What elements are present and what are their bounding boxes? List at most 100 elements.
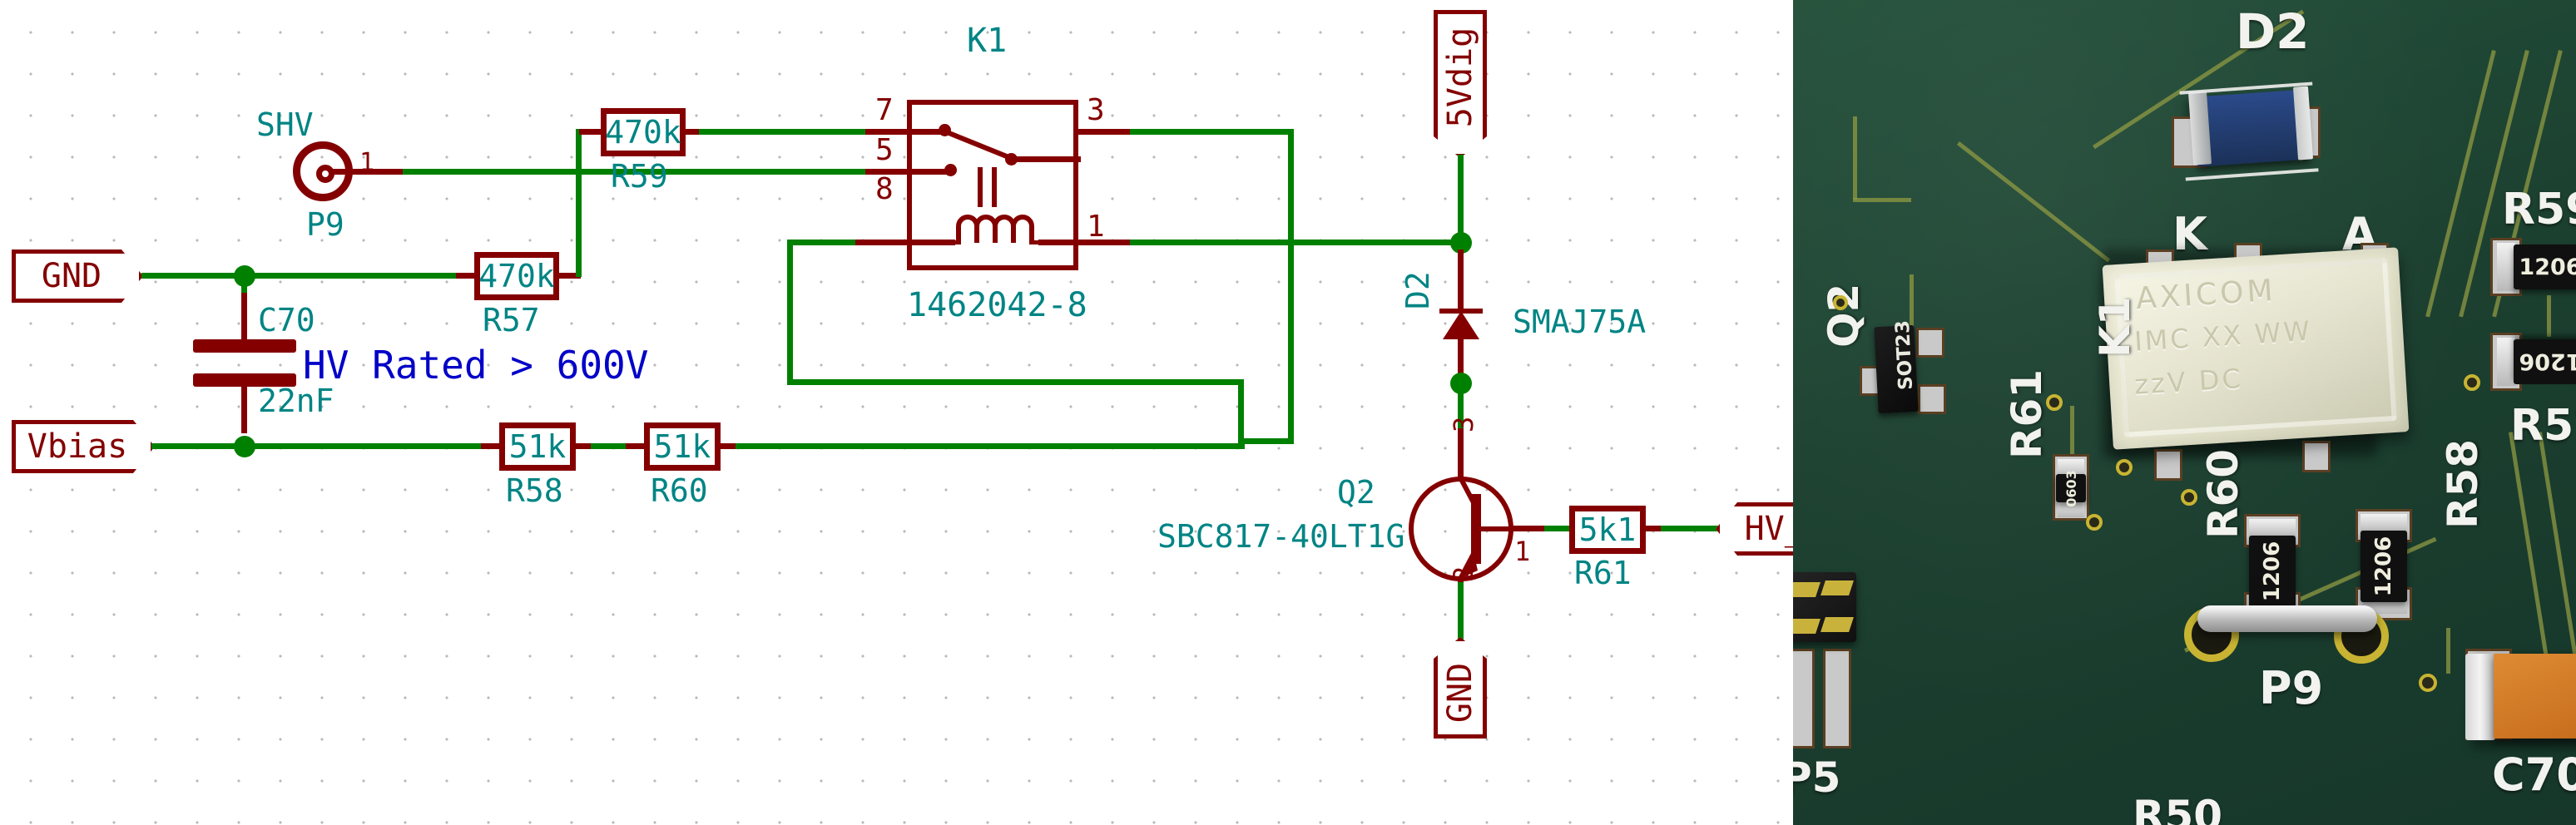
k1-ref: K1 bbox=[967, 22, 1008, 60]
q2-pad-2 bbox=[1916, 328, 1944, 358]
p9-ref: P9 bbox=[306, 206, 344, 243]
via-8 bbox=[1833, 295, 1848, 310]
wire-gnd-to-r57 bbox=[141, 273, 474, 279]
pin-c70-bottom bbox=[241, 383, 247, 433]
wire-k1-pin3-down bbox=[1288, 129, 1294, 443]
global-label-5vdig-text: 5Vdig bbox=[1441, 27, 1480, 128]
hv-rating-note: HV Rated > 600V bbox=[303, 343, 649, 388]
r57-lead-left-metal bbox=[2497, 338, 2515, 386]
k1-pin-number-5: 5 bbox=[875, 133, 894, 167]
wire-k1-pin8-down bbox=[787, 240, 793, 385]
silk-r57: R57 bbox=[2510, 401, 2576, 451]
wire-5vdig-down bbox=[1458, 155, 1464, 243]
via-2 bbox=[2086, 514, 2103, 531]
wire-vbias-rail bbox=[151, 443, 493, 449]
trace-r59-r57 bbox=[2547, 295, 2551, 337]
silk-r60: R60 bbox=[2199, 448, 2247, 539]
k1-pin-number-3: 3 bbox=[1087, 93, 1105, 127]
pin-c70-top bbox=[241, 293, 247, 343]
r60-package[interactable]: 1206 bbox=[2249, 536, 2296, 607]
resistor-r57[interactable]: 470k bbox=[474, 252, 559, 300]
d2-ref: D2 bbox=[1399, 271, 1436, 309]
via-4 bbox=[2046, 394, 2063, 411]
k1-pin1-lead bbox=[1075, 240, 1133, 245]
global-label-gnd-bottom[interactable]: GND bbox=[1434, 637, 1487, 739]
r58-ref: R58 bbox=[506, 472, 563, 509]
q2-base-lead bbox=[1509, 526, 1549, 531]
c70-ref: C70 bbox=[258, 302, 315, 338]
r59-ref: R59 bbox=[611, 158, 668, 195]
r57-ref: R57 bbox=[483, 302, 540, 338]
p9-value-shv: SHV bbox=[256, 106, 314, 143]
resistor-r60[interactable]: 51k bbox=[644, 422, 721, 471]
p5-pad-2 bbox=[1823, 649, 1851, 748]
global-label-hv-control-text: HV_control bbox=[1744, 510, 1793, 548]
r57-value: 470k bbox=[478, 258, 555, 294]
r61-ref: R61 bbox=[1574, 555, 1632, 591]
k1-coil-pin8-rail bbox=[907, 240, 955, 245]
d2-value: SMAJ75A bbox=[1513, 304, 1647, 340]
q2-package-marking: SOT23 bbox=[1891, 319, 1918, 391]
via-5 bbox=[2419, 674, 2437, 692]
c70-plate-top bbox=[193, 339, 296, 353]
k1-pad-bl bbox=[2154, 449, 2182, 481]
k1-pad-bm bbox=[2302, 441, 2331, 472]
d2-courtyard-outline bbox=[2179, 82, 2319, 181]
r57-package-marking: 1206 bbox=[2519, 348, 2576, 375]
c70-value: 22nF bbox=[258, 383, 334, 419]
r59-value: 470k bbox=[605, 114, 681, 151]
r59-package[interactable]: 1206 bbox=[2514, 245, 2576, 289]
via-3 bbox=[2181, 489, 2197, 506]
pcb-3d-view-panel[interactable]: D2 K A AXICOM IMC XX WW zzV DC K1 1206 R… bbox=[1793, 0, 2576, 825]
r59-package-marking: 1206 bbox=[2519, 254, 2576, 280]
wire-k1-pin8-bottom bbox=[787, 379, 1243, 385]
p9-wire-loop[interactable] bbox=[2197, 605, 2377, 632]
k1-value: 1462042-8 bbox=[907, 286, 1087, 324]
r57-package[interactable]: 1206 bbox=[2514, 339, 2576, 384]
p5-pin-gold-2 bbox=[1821, 580, 1854, 595]
c70-package-body[interactable] bbox=[2494, 654, 2576, 739]
wire-k1-pin1-right bbox=[1130, 240, 1463, 245]
silk-c70: C70 bbox=[2492, 748, 2576, 801]
k1-coil-divider-left bbox=[978, 167, 983, 207]
trace-r58-down bbox=[2446, 628, 2450, 674]
k1-contact-dot-pin5 bbox=[944, 164, 957, 176]
c70-terminal-left bbox=[2465, 654, 2495, 740]
wire-r57-to-r59 bbox=[576, 129, 582, 277]
global-label-5vdig[interactable]: 5Vdig bbox=[1434, 10, 1487, 158]
via-1 bbox=[2116, 459, 2133, 476]
global-label-gnd-left[interactable]: GND bbox=[12, 249, 143, 303]
r61-package-marking: 0603 bbox=[2063, 469, 2079, 507]
resistor-r61[interactable]: 5k1 bbox=[1569, 506, 1646, 554]
global-label-vbias[interactable]: Vbias bbox=[12, 420, 155, 473]
schematic-panel: GND C70 22nF HV Rated > 600V SHV P9 1 47… bbox=[0, 0, 1793, 825]
trace-left-vert bbox=[1853, 116, 1857, 200]
wire-r60-to-relay-net bbox=[736, 443, 1245, 449]
p5-pin-gold-4 bbox=[1821, 617, 1854, 632]
k1-pin8-lead bbox=[852, 240, 909, 245]
q2-pin-number-2: 2 bbox=[1448, 566, 1479, 582]
r61-package[interactable]: 0603 bbox=[2056, 470, 2086, 506]
q2-ref: Q2 bbox=[1337, 474, 1375, 511]
k1-pin-number-7: 7 bbox=[875, 93, 894, 127]
r58-package-marking: 1206 bbox=[2371, 536, 2396, 597]
silk-r58: R58 bbox=[2439, 438, 2487, 529]
q2-pin-number-1: 1 bbox=[1514, 536, 1531, 567]
wire-r61-to-hv-control bbox=[1661, 526, 1724, 531]
k1-pin-number-8: 8 bbox=[875, 172, 894, 206]
wire-k1-pin3-bottom bbox=[1243, 438, 1294, 444]
silk-d2: D2 bbox=[2236, 3, 2310, 60]
resistor-r58[interactable]: 51k bbox=[499, 422, 576, 471]
silk-k1: K1 bbox=[2091, 296, 2139, 358]
wire-vbias-rail-down bbox=[1238, 379, 1244, 444]
global-label-vbias-text: Vbias bbox=[27, 427, 128, 466]
r57-lead-left bbox=[456, 273, 478, 279]
resistor-r59[interactable]: 470k bbox=[601, 108, 686, 156]
silk-r61: R61 bbox=[2003, 368, 2051, 459]
r59-lead-left-metal bbox=[2497, 243, 2515, 291]
p9-pin-number: 1 bbox=[359, 148, 375, 177]
trace-r61-vert bbox=[2070, 406, 2074, 457]
r60-package-marking: 1206 bbox=[2260, 541, 2285, 602]
r58-package[interactable]: 1206 bbox=[2361, 531, 2407, 602]
wire-r59-to-k1-pin7 bbox=[699, 129, 872, 135]
